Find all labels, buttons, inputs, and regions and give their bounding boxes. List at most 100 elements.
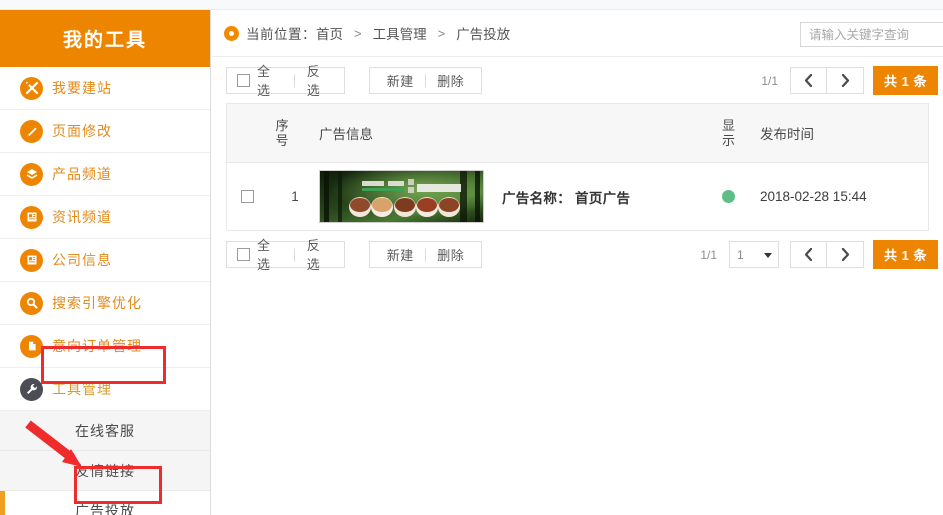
page-select-dropdown[interactable]: 1	[729, 241, 780, 268]
sidebar-item-label: 意向订单管理	[52, 338, 142, 354]
header-time-label: 发布时间	[760, 127, 814, 142]
breadcrumb-home[interactable]: 首页	[316, 23, 343, 43]
breadcrumb-tool-management[interactable]: 工具管理	[373, 23, 427, 43]
location-pin-icon	[224, 25, 239, 41]
sidebar-item-tool-management[interactable]: 工具管理	[0, 368, 210, 411]
row-show-cell	[701, 190, 756, 203]
sidebar-item-label: 页面修改	[52, 123, 112, 139]
sidebar-item-my-site[interactable]: 我要建站	[0, 67, 210, 110]
row-info-cell: 广告名称： 首页广告	[315, 170, 701, 223]
select-all-checkbox-bottom[interactable]	[237, 247, 250, 261]
pager-bottom: 1/1 1 共 1 条	[700, 240, 938, 269]
create-delete-button-group-bottom[interactable]: 新建 ｜ 删除	[369, 240, 482, 268]
sidebar-item-label: 产品频道	[52, 166, 112, 182]
browser-top-strip	[0, 0, 943, 10]
page-select-value: 1	[737, 247, 744, 262]
table-header-row: 序号 广告信息 显示 发布时间	[227, 104, 928, 163]
header-show-label: 显示	[721, 118, 735, 148]
page-root: 我的工具 我要建站 页面修改 产品频道 资讯频道 公司信息 搜索引擎优化 意向订…	[0, 0, 943, 515]
prev-page-button-top[interactable]	[790, 67, 828, 94]
sidebar-subitem-label: 在线客服	[75, 422, 135, 439]
prev-page-button-bottom[interactable]	[790, 241, 828, 268]
sidebar-item-label: 资讯频道	[52, 209, 112, 225]
next-page-button-bottom[interactable]	[827, 241, 865, 268]
header-show-cell: 显示	[701, 118, 756, 148]
ad-table: 序号 广告信息 显示 发布时间 1 广告名称： 首页广告 2018-02-28 …	[226, 103, 929, 231]
breadcrumb-separator: >	[437, 25, 446, 41]
create-button[interactable]: 新建	[387, 71, 414, 90]
sidebar-item-orders[interactable]: 意向订单管理	[0, 325, 210, 368]
sidebar-subitem-label: 广告投放	[75, 502, 135, 515]
total-count-badge-top: 共 1 条	[873, 66, 938, 95]
sidebar-subitem-label: 友情链接	[75, 462, 135, 479]
delete-button[interactable]: 删除	[437, 71, 464, 90]
tools-icon	[20, 76, 43, 100]
label-separator: ｜	[418, 73, 433, 89]
sidebar-item-label: 工具管理	[52, 381, 112, 397]
chevron-right-icon	[841, 74, 849, 87]
table-row[interactable]: 1 广告名称： 首页广告 2018-02-28 15:44	[227, 163, 928, 231]
delete-button[interactable]: 删除	[437, 245, 464, 264]
select-all-label: 全选	[257, 238, 271, 272]
sidebar-item-company-info[interactable]: 公司信息	[0, 239, 210, 282]
sidebar: 我的工具 我要建站 页面修改 产品频道 资讯频道 公司信息 搜索引擎优化 意向订…	[0, 10, 211, 515]
pencil-icon	[20, 119, 43, 143]
news-icon	[20, 205, 43, 229]
label-separator: ｜	[418, 247, 433, 263]
header-info-label: 广告信息	[319, 127, 373, 142]
toolbar-bottom: 全选 ｜ 反选 新建 ｜ 删除 1/1 1 共 1 条	[212, 231, 943, 277]
sidebar-item-news-channel[interactable]: 资讯频道	[0, 196, 210, 239]
main-content: 当前位置： 首页 > 工具管理 > 广告投放 全选 ｜ 反选 新建 ｜ 删除 1…	[212, 10, 943, 515]
ad-thumbnail[interactable]	[319, 170, 484, 223]
breadcrumb: 当前位置： 首页 > 工具管理 > 广告投放	[212, 10, 943, 57]
header-info-cell: 广告信息	[315, 123, 701, 143]
sidebar-subitem-online-service[interactable]: 在线客服	[0, 411, 210, 451]
chevron-left-icon	[804, 74, 813, 87]
select-all-button[interactable]: 全选 ｜ 反选	[226, 64, 345, 98]
box-icon	[20, 162, 43, 186]
search-input[interactable]	[800, 22, 943, 47]
active-indicator-bar	[0, 491, 5, 515]
sidebar-item-product-channel[interactable]: 产品频道	[0, 153, 210, 196]
row-checkbox-cell	[227, 190, 275, 203]
wrench-icon	[20, 377, 43, 401]
magnifier-icon	[20, 291, 43, 315]
sidebar-submenu: 在线客服 友情链接 广告投放	[0, 411, 210, 515]
header-time-cell: 发布时间	[756, 123, 928, 143]
total-count-badge-bottom: 共 1 条	[873, 240, 938, 269]
sidebar-item-label: 我要建站	[52, 80, 112, 96]
sidebar-item-label: 搜索引擎优化	[52, 295, 142, 311]
file-icon	[20, 334, 43, 358]
sidebar-subitem-ad-placement[interactable]: 广告投放	[0, 491, 210, 515]
toolbar-top: 全选 ｜ 反选 新建 ｜ 删除 1/1 共 1 条	[212, 57, 943, 103]
sidebar-item-page-edit[interactable]: 页面修改	[0, 110, 210, 153]
chevron-right-icon	[841, 248, 849, 261]
create-delete-button-group[interactable]: 新建 ｜ 删除	[369, 66, 482, 94]
breadcrumb-ad-placement[interactable]: 广告投放	[456, 23, 510, 43]
ad-name-label: 广告名称： 首页广告	[502, 190, 631, 206]
breadcrumb-separator: >	[354, 25, 362, 41]
invert-selection-label[interactable]: 反选	[307, 61, 333, 99]
page-count-bottom: 1/1	[700, 247, 718, 262]
row-index: 1	[291, 189, 299, 204]
chevron-left-icon	[804, 248, 813, 261]
header-index-cell: 序号	[275, 118, 315, 148]
next-page-button-top[interactable]	[827, 67, 865, 94]
select-all-checkbox[interactable]	[237, 73, 250, 87]
row-publish-time: 2018-02-28 15:44	[760, 189, 867, 204]
document-icon	[20, 248, 43, 272]
breadcrumb-prefix: 当前位置：	[246, 27, 316, 42]
sidebar-subitem-friend-links[interactable]: 友情链接	[0, 451, 210, 491]
invert-selection-label[interactable]: 反选	[307, 235, 333, 273]
create-button[interactable]: 新建	[387, 245, 414, 264]
label-separator: ｜	[288, 247, 302, 263]
status-badge[interactable]	[722, 190, 735, 203]
row-checkbox[interactable]	[241, 190, 254, 203]
sidebar-title: 我的工具	[0, 10, 210, 67]
sidebar-item-seo[interactable]: 搜索引擎优化	[0, 282, 210, 325]
header-index-label: 序号	[275, 118, 289, 148]
chevron-down-icon	[764, 252, 773, 258]
select-all-button-bottom[interactable]: 全选 ｜ 反选	[226, 238, 345, 272]
select-all-label: 全选	[257, 64, 271, 98]
sidebar-item-label: 公司信息	[52, 252, 112, 268]
